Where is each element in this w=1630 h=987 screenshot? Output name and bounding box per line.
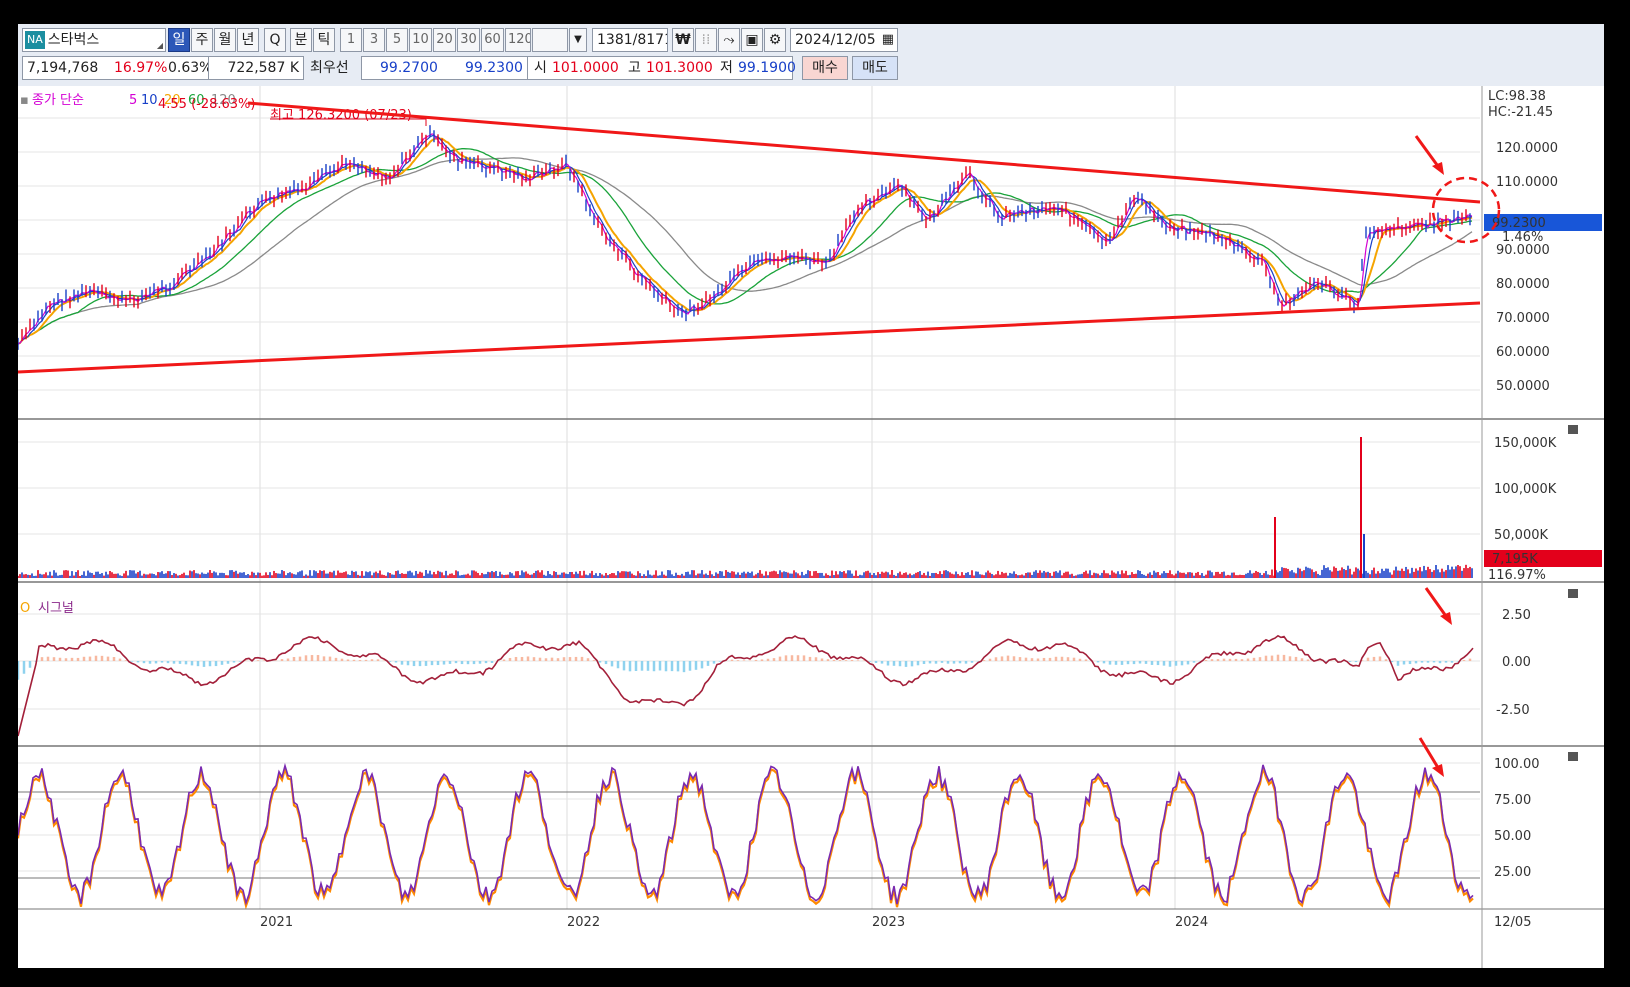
symbol-badge: NA bbox=[25, 31, 45, 49]
legend-ma5: 5 bbox=[129, 93, 137, 108]
price-tick-70: 70.0000 bbox=[1496, 311, 1550, 326]
change-percent: 16.97% bbox=[114, 60, 168, 76]
x-label-2021: 2021 bbox=[260, 915, 293, 930]
minute-option-3[interactable]: 3 bbox=[363, 28, 385, 52]
settings-gear-icon[interactable]: ⚙ bbox=[764, 28, 786, 52]
drawing-tool-icon[interactable]: ⤳ bbox=[718, 28, 740, 52]
interval-dropdown-chevron-icon[interactable]: ▼ bbox=[569, 28, 587, 52]
price-tick-80: 80.0000 bbox=[1496, 277, 1550, 292]
hc-value: HC:-21.45 bbox=[1488, 105, 1553, 120]
stoch-panel-close-icon[interactable] bbox=[1568, 752, 1578, 761]
best-quote-label: 최우선 bbox=[310, 60, 349, 76]
won-icon[interactable]: ₩ bbox=[672, 28, 694, 52]
stoch-tick-25: 25.00 bbox=[1494, 865, 1531, 880]
minute-option-1[interactable]: 1 bbox=[340, 28, 362, 52]
period-tab-minute[interactable]: 분 bbox=[290, 28, 312, 52]
legend-marker: ▪ bbox=[20, 93, 29, 108]
period-tab-month[interactable]: 월 bbox=[214, 28, 236, 52]
period-tab-year[interactable]: 년 bbox=[237, 28, 259, 52]
x-label-2024: 2024 bbox=[1175, 915, 1208, 930]
price-tick-50: 50.0000 bbox=[1496, 379, 1550, 394]
sell-button[interactable]: 매도 bbox=[852, 56, 898, 80]
low-label: 저 bbox=[720, 60, 733, 76]
minute-option-120[interactable]: 120 bbox=[505, 28, 531, 52]
stoch-tick-75: 75.00 bbox=[1494, 793, 1531, 808]
data-total: /8171 bbox=[632, 32, 667, 48]
high-label: 고 bbox=[628, 60, 641, 76]
x-label-2023: 2023 bbox=[872, 915, 905, 930]
chart-area[interactable]: ▪ 종가 단순 5 10 20 60 120 4.55 (-28.63%) 최고… bbox=[18, 86, 1604, 968]
current-price: 99.2300 bbox=[1492, 216, 1546, 231]
price-tick-110: 110.0000 bbox=[1496, 175, 1558, 190]
signal-legend-marker: O bbox=[20, 601, 30, 616]
minute-option-5[interactable]: 5 bbox=[386, 28, 408, 52]
period-tab-day[interactable]: 일 bbox=[168, 28, 190, 52]
stoch-tick-50: 50.00 bbox=[1494, 829, 1531, 844]
price-tick-120: 120.0000 bbox=[1496, 141, 1558, 156]
amount-value: 722,587 K bbox=[227, 60, 299, 76]
minute-option-10[interactable]: 10 bbox=[409, 28, 432, 52]
calendar-icon[interactable]: ▦ bbox=[882, 29, 894, 51]
volume-tick-50k: 50,000K bbox=[1494, 528, 1548, 543]
save-icon[interactable]: ▣ bbox=[741, 28, 763, 52]
minute-option-60[interactable]: 60 bbox=[481, 28, 504, 52]
amount-field: 722,587 K bbox=[208, 56, 304, 80]
ratio-percent: 0.63% bbox=[168, 60, 213, 76]
ask-price: 99.2700 bbox=[380, 60, 438, 76]
legend-ma-label: 종가 단순 bbox=[32, 93, 84, 108]
current-volume: 7,195K bbox=[1492, 552, 1538, 567]
volume-tick-150k: 150,000K bbox=[1494, 436, 1557, 451]
price-tick-60: 60.0000 bbox=[1496, 345, 1550, 360]
open-value: 101.0000 bbox=[552, 60, 619, 76]
date-field[interactable]: 2024/12/05 ▦ bbox=[790, 28, 898, 52]
signal-tick-0: 0.00 bbox=[1502, 655, 1531, 670]
current-volume-pct: 116.97% bbox=[1488, 568, 1546, 583]
minute-option-30[interactable]: 30 bbox=[457, 28, 480, 52]
period-tab-week[interactable]: 주 bbox=[191, 28, 213, 52]
volume-tick-100k: 100,000K bbox=[1494, 482, 1557, 497]
volume-value: 7,194,768 bbox=[27, 60, 99, 76]
open-label: 시 bbox=[534, 60, 547, 76]
date-value: 2024/12/05 bbox=[795, 32, 876, 48]
volume-panel-close-icon[interactable] bbox=[1568, 425, 1578, 434]
symbol-name: 스타벅스 bbox=[47, 32, 100, 48]
resize-grip-icon: ◢ bbox=[156, 41, 163, 50]
candle-icon[interactable]: ⁞⁞ bbox=[695, 28, 717, 52]
symbol-selector[interactable]: NA 스타벅스 ◢ bbox=[22, 28, 166, 52]
legend-ma10: 10 bbox=[141, 93, 158, 108]
high-value: 101.3000 bbox=[646, 60, 713, 76]
lc-value: LC:98.38 bbox=[1488, 89, 1546, 104]
signal-legend: 시그널 bbox=[38, 601, 74, 616]
x-label-2022: 2022 bbox=[567, 915, 600, 930]
bid-price: 99.2300 bbox=[465, 60, 523, 76]
data-count-field[interactable]: 1381/8171 bbox=[592, 28, 668, 52]
period-tab-tick[interactable]: 틱 bbox=[313, 28, 335, 52]
signal-tick-2.5: 2.50 bbox=[1502, 608, 1531, 623]
stoch-tick-100: 100.00 bbox=[1494, 757, 1540, 772]
chart-window: NA 스타벅스 ◢ 일 주 월 년 Q 분 틱 1 3 5 10 20 30 60… bbox=[18, 24, 1604, 968]
custom-interval-input[interactable] bbox=[532, 28, 568, 52]
signal-panel-close-icon[interactable] bbox=[1568, 589, 1578, 598]
low-value: 99.1900 bbox=[738, 60, 796, 76]
minute-option-20[interactable]: 20 bbox=[433, 28, 456, 52]
price-tick-90: 90.0000 bbox=[1496, 243, 1550, 258]
data-count: 1381 bbox=[597, 32, 633, 48]
signal-tick-neg2.5: -2.50 bbox=[1496, 703, 1530, 718]
low-annotation: 4.55 (-28.63%) bbox=[158, 97, 255, 112]
x-label-last-date: 12/05 bbox=[1494, 915, 1531, 930]
buy-button[interactable]: 매수 bbox=[802, 56, 848, 80]
toolbar: NA 스타벅스 ◢ 일 주 월 년 Q 분 틱 1 3 5 10 20 30 60… bbox=[18, 24, 1604, 87]
period-tab-quarter[interactable]: Q bbox=[264, 28, 286, 52]
